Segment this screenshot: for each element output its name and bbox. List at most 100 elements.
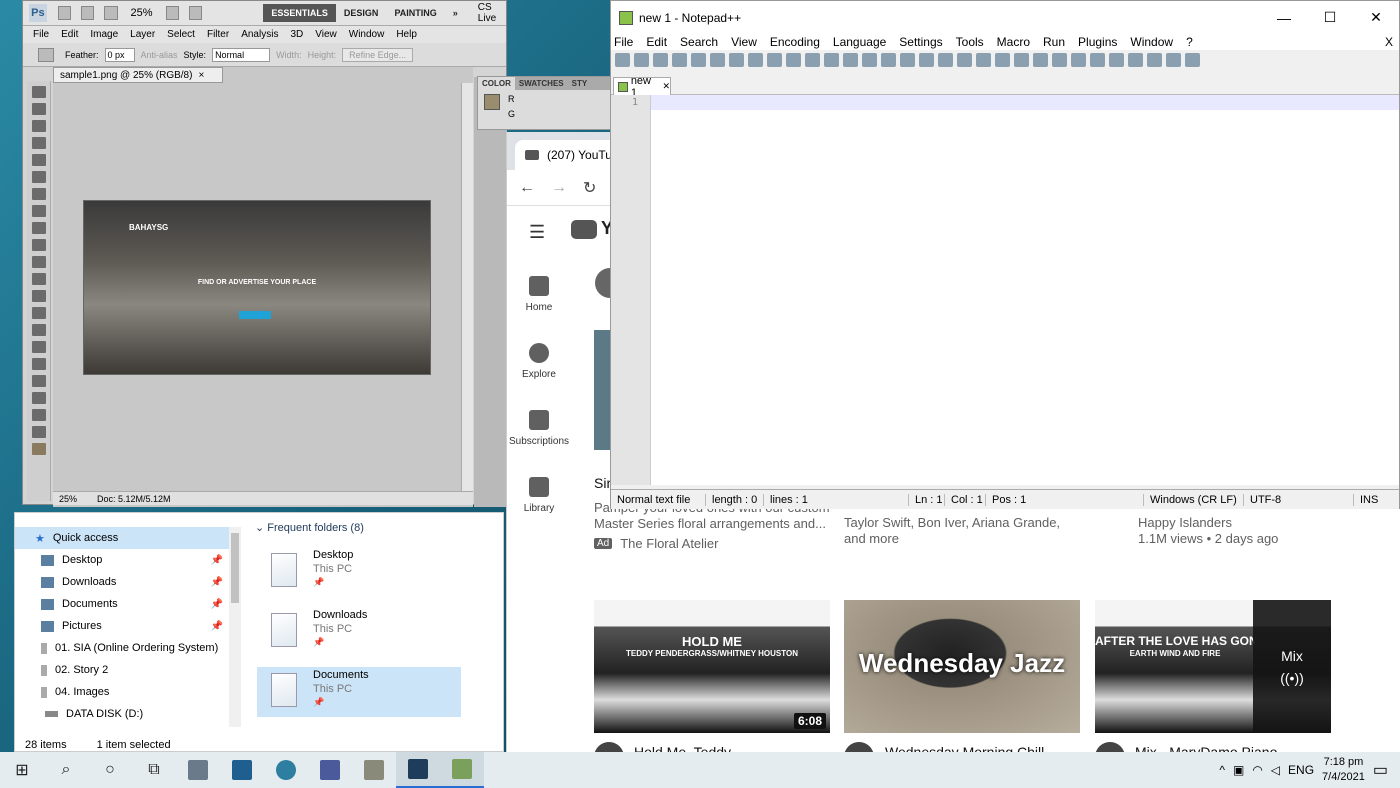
video-thumbnail[interactable]: AFTER THE LOVE HAS GONE EARTH WIND AND F… — [1095, 600, 1331, 733]
nav-item-folder[interactable]: 04. Images — [15, 681, 229, 703]
menu-window[interactable]: Window — [1130, 35, 1173, 49]
ps-menu-3d[interactable]: 3D — [290, 29, 303, 40]
taskbar-photoshop-icon[interactable] — [396, 752, 440, 788]
cut-icon[interactable] — [748, 53, 763, 67]
youtube-logo-icon[interactable] — [571, 220, 597, 239]
close-icon[interactable]: ✕ — [1353, 1, 1399, 34]
color-swatch-icon[interactable] — [32, 443, 46, 455]
style-select[interactable]: Normal — [212, 47, 271, 62]
shape-tool-icon[interactable] — [32, 375, 46, 387]
play-macro-icon[interactable] — [1147, 53, 1162, 67]
ps-menu-edit[interactable]: Edit — [61, 29, 78, 40]
file-explorer-window[interactable]: ★ Quick access Desktop 📌 Downloads 📌 Docume… — [14, 512, 504, 752]
zoom-level[interactable]: 25% — [131, 7, 153, 19]
undo-icon[interactable] — [805, 53, 820, 67]
minimize-icon[interactable]: — — [1261, 1, 1307, 34]
input-language[interactable]: ENG — [1288, 763, 1314, 777]
menu-run[interactable]: Run — [1043, 35, 1065, 49]
wifi-icon[interactable]: ◠ — [1252, 763, 1262, 777]
paste-icon[interactable] — [786, 53, 801, 67]
show-all-chars-icon[interactable] — [976, 53, 991, 67]
marquee-tool-icon[interactable] — [38, 47, 54, 62]
brush-tool-icon[interactable] — [32, 205, 46, 217]
ps-menu-view[interactable]: View — [315, 29, 337, 40]
new-file-icon[interactable] — [615, 53, 630, 67]
stamp-tool-icon[interactable] — [32, 222, 46, 234]
ps-menu-image[interactable]: Image — [90, 29, 118, 40]
nav-item-desktop[interactable]: Desktop 📌 — [15, 549, 229, 571]
find-icon[interactable] — [843, 53, 858, 67]
nav-item-folder[interactable]: 01. SIA (Online Ordering System) — [15, 637, 229, 659]
zoom-out-icon[interactable] — [900, 53, 915, 67]
ps-menu-filter[interactable]: Filter — [207, 29, 229, 40]
save-all-icon[interactable] — [672, 53, 687, 67]
bridge-icon[interactable] — [57, 6, 71, 20]
menu-search[interactable]: Search — [680, 35, 718, 49]
taskbar-app-tools-icon[interactable] — [176, 752, 220, 788]
zoom-in-icon[interactable] — [881, 53, 896, 67]
function-list-icon[interactable] — [1052, 53, 1067, 67]
hamburger-menu-icon[interactable]: ☰ — [529, 222, 545, 243]
nav-item-quick-access[interactable]: ★ Quick access — [15, 527, 229, 549]
udl-icon[interactable] — [1014, 53, 1029, 67]
menu-view[interactable]: View — [731, 35, 757, 49]
reload-icon[interactable]: ↻ — [583, 178, 596, 198]
close-document-button[interactable]: X — [1385, 35, 1393, 49]
sidebar-item-explore[interactable]: Explore — [507, 343, 571, 380]
cs-live-button[interactable]: CS Live — [478, 2, 506, 24]
workspace-essentials[interactable]: ESSENTIALS — [263, 4, 336, 22]
cortana-icon[interactable]: ○ — [88, 752, 132, 788]
replace-icon[interactable] — [862, 53, 877, 67]
taskbar-file-explorer-icon[interactable] — [352, 752, 396, 788]
zoom-tool-icon[interactable] — [32, 426, 46, 438]
sidebar-item-subscriptions[interactable]: Subscriptions — [507, 410, 571, 447]
doc-map-icon[interactable] — [1033, 53, 1048, 67]
save-icon[interactable] — [653, 53, 668, 67]
start-windows-icon[interactable]: ⊞ — [0, 752, 44, 788]
taskbar-visual-studio-icon[interactable] — [308, 752, 352, 788]
healing-tool-icon[interactable] — [32, 188, 46, 200]
nav-scrollbar-thumb[interactable] — [231, 533, 239, 603]
indent-guide-icon[interactable] — [995, 53, 1010, 67]
menu-encoding[interactable]: Encoding — [770, 35, 820, 49]
word-wrap-icon[interactable] — [957, 53, 972, 67]
volume-icon[interactable]: ◁ — [1271, 763, 1280, 777]
ps-menu-layer[interactable]: Layer — [130, 29, 155, 40]
document-tab[interactable]: sample1.png @ 25% (RGB/8) × — [53, 67, 223, 83]
sync-horizontal-icon[interactable] — [938, 53, 953, 67]
antialias-checkbox[interactable]: Anti-alias — [141, 50, 178, 60]
menu-edit[interactable]: Edit — [646, 35, 667, 49]
tab-color[interactable]: COLOR — [478, 77, 515, 90]
foreground-color-swatch[interactable] — [484, 94, 500, 110]
close-icon[interactable]: × — [198, 70, 204, 81]
save-macro-icon[interactable] — [1185, 53, 1200, 67]
pen-tool-icon[interactable] — [32, 324, 46, 336]
video-thumbnail[interactable] — [594, 330, 610, 450]
taskbar-mail-icon[interactable] — [220, 752, 264, 788]
ps-menu-window[interactable]: Window — [349, 29, 385, 40]
path-select-icon[interactable] — [32, 358, 46, 370]
stop-macro-icon[interactable] — [1128, 53, 1143, 67]
notepad-titlebar[interactable]: new 1 - Notepad++ — ☐ ✕ — [611, 1, 1399, 34]
video-thumbnail[interactable]: Wednesday Jazz — [844, 600, 1080, 733]
view-extras-icon[interactable] — [104, 6, 118, 20]
menu-help[interactable]: ? — [1186, 35, 1193, 49]
menu-tools[interactable]: Tools — [956, 35, 984, 49]
status-zoom[interactable]: 25% — [59, 494, 77, 504]
task-view-icon[interactable]: ⧉ — [132, 752, 176, 788]
run-macro-multiple-icon[interactable] — [1166, 53, 1181, 67]
nav-item-drive[interactable]: DATA DISK (D:) — [15, 703, 229, 725]
canvas-image[interactable]: BAHAYSG FIND OR ADVERTISE YOUR PLACE — [83, 200, 431, 375]
ps-menu-file[interactable]: File — [33, 29, 49, 40]
forward-icon[interactable]: → — [551, 179, 567, 197]
nav-item-folder[interactable]: 02. Story 2 — [15, 659, 229, 681]
status-insert-mode[interactable]: INS — [1354, 494, 1384, 506]
group-header[interactable]: ⌄ Frequent folders (8) — [255, 521, 364, 534]
folder-tile-desktop[interactable]: Desktop This PC 📌 — [257, 547, 461, 597]
network-icon[interactable]: ▣ — [1233, 763, 1244, 777]
ps-document-area[interactable]: sample1.png @ 25% (RGB/8) × BAHAYSG FIND… — [53, 67, 473, 507]
clock[interactable]: 7:18 pm 7/4/2021 — [1322, 755, 1365, 785]
folder-tile-documents[interactable]: Documents This PC 📌 — [257, 667, 461, 717]
marquee-tool-icon[interactable] — [32, 103, 46, 115]
menu-macro[interactable]: Macro — [997, 35, 1030, 49]
